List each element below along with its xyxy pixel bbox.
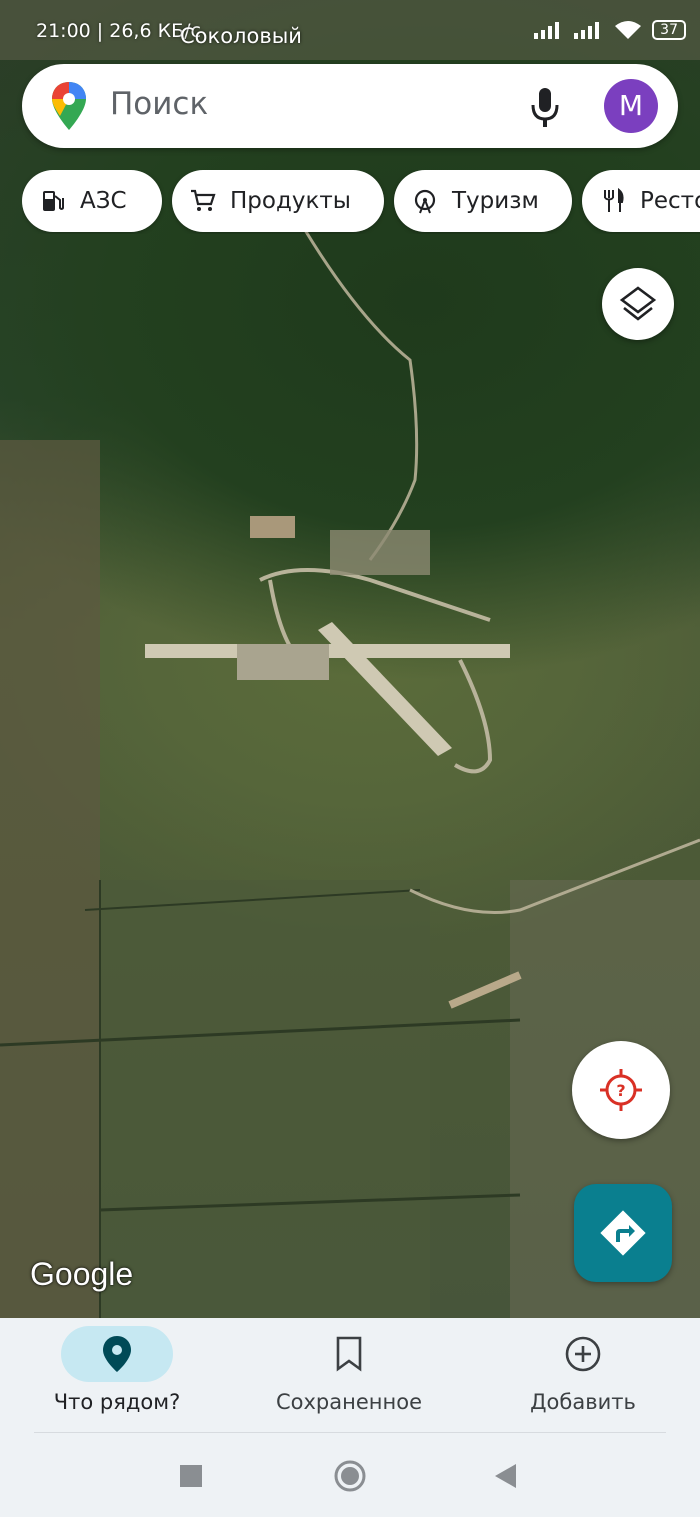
battery-indicator: 37 xyxy=(652,20,686,40)
active-tab-indicator xyxy=(61,1326,173,1382)
bookmark-icon xyxy=(336,1336,362,1372)
search-bar[interactable]: Поиск M xyxy=(22,64,678,148)
chip-groceries[interactable]: Продукты xyxy=(172,170,384,232)
directions-button[interactable] xyxy=(574,1184,672,1282)
tab-icon-wrapper xyxy=(527,1326,639,1382)
category-chips: АЗС Продукты Туризм Рестораны xyxy=(22,170,700,234)
signal-icon xyxy=(534,22,560,39)
chip-label: Продукты xyxy=(230,188,351,214)
search-input[interactable]: Поиск xyxy=(110,86,208,122)
layers-icon xyxy=(619,286,657,321)
bottom-navigation: Что рядом? Сохраненное Добавить xyxy=(0,1318,700,1517)
tab-contribute[interactable]: Добавить xyxy=(483,1326,683,1414)
location-unknown-icon: ? xyxy=(600,1069,642,1111)
svg-text:?: ? xyxy=(616,1081,625,1100)
tab-label: Сохраненное xyxy=(275,1390,422,1414)
status-bar: 21:00 | 26,6 КБ/с Соколовый 37 xyxy=(0,14,700,50)
restaurant-icon xyxy=(604,188,624,212)
divider xyxy=(34,1432,666,1433)
map-place-label: Соколовый xyxy=(180,24,302,48)
ferris-wheel-icon xyxy=(414,189,436,214)
location-pin-icon xyxy=(103,1336,131,1372)
tab-saved[interactable]: Сохраненное xyxy=(249,1326,449,1414)
tab-label: Что рядом? xyxy=(53,1390,181,1414)
layers-button[interactable] xyxy=(602,268,674,340)
my-location-button[interactable]: ? xyxy=(572,1041,670,1139)
status-icons: 37 xyxy=(534,20,686,40)
account-avatar[interactable]: M xyxy=(604,79,658,133)
tab-label: Добавить xyxy=(530,1390,636,1414)
shopping-cart-icon xyxy=(191,189,216,211)
google-maps-pin-icon xyxy=(52,82,86,134)
tab-icon-wrapper xyxy=(293,1326,405,1382)
recents-icon[interactable] xyxy=(180,1465,202,1487)
back-icon[interactable] xyxy=(495,1464,516,1488)
add-circle-icon xyxy=(565,1336,601,1372)
microphone-icon[interactable] xyxy=(530,88,560,132)
wifi-icon xyxy=(615,21,642,39)
chip-label: АЗС xyxy=(80,188,127,214)
chip-label: Туризм xyxy=(452,188,539,214)
chip-gas-station[interactable]: АЗС xyxy=(22,170,162,232)
directions-icon xyxy=(600,1210,646,1256)
tab-explore[interactable]: Что рядом? xyxy=(17,1326,217,1414)
chip-label: Рестораны xyxy=(640,188,700,214)
gas-station-icon xyxy=(43,191,64,211)
chip-restaurants[interactable]: Рестораны xyxy=(582,170,700,232)
chip-tourism[interactable]: Туризм xyxy=(394,170,572,232)
system-navigation-bar xyxy=(0,1458,700,1498)
google-watermark: Google xyxy=(30,1256,134,1292)
status-time: 21:00 | 26,6 КБ/с xyxy=(36,20,201,42)
signal-icon xyxy=(574,22,600,39)
